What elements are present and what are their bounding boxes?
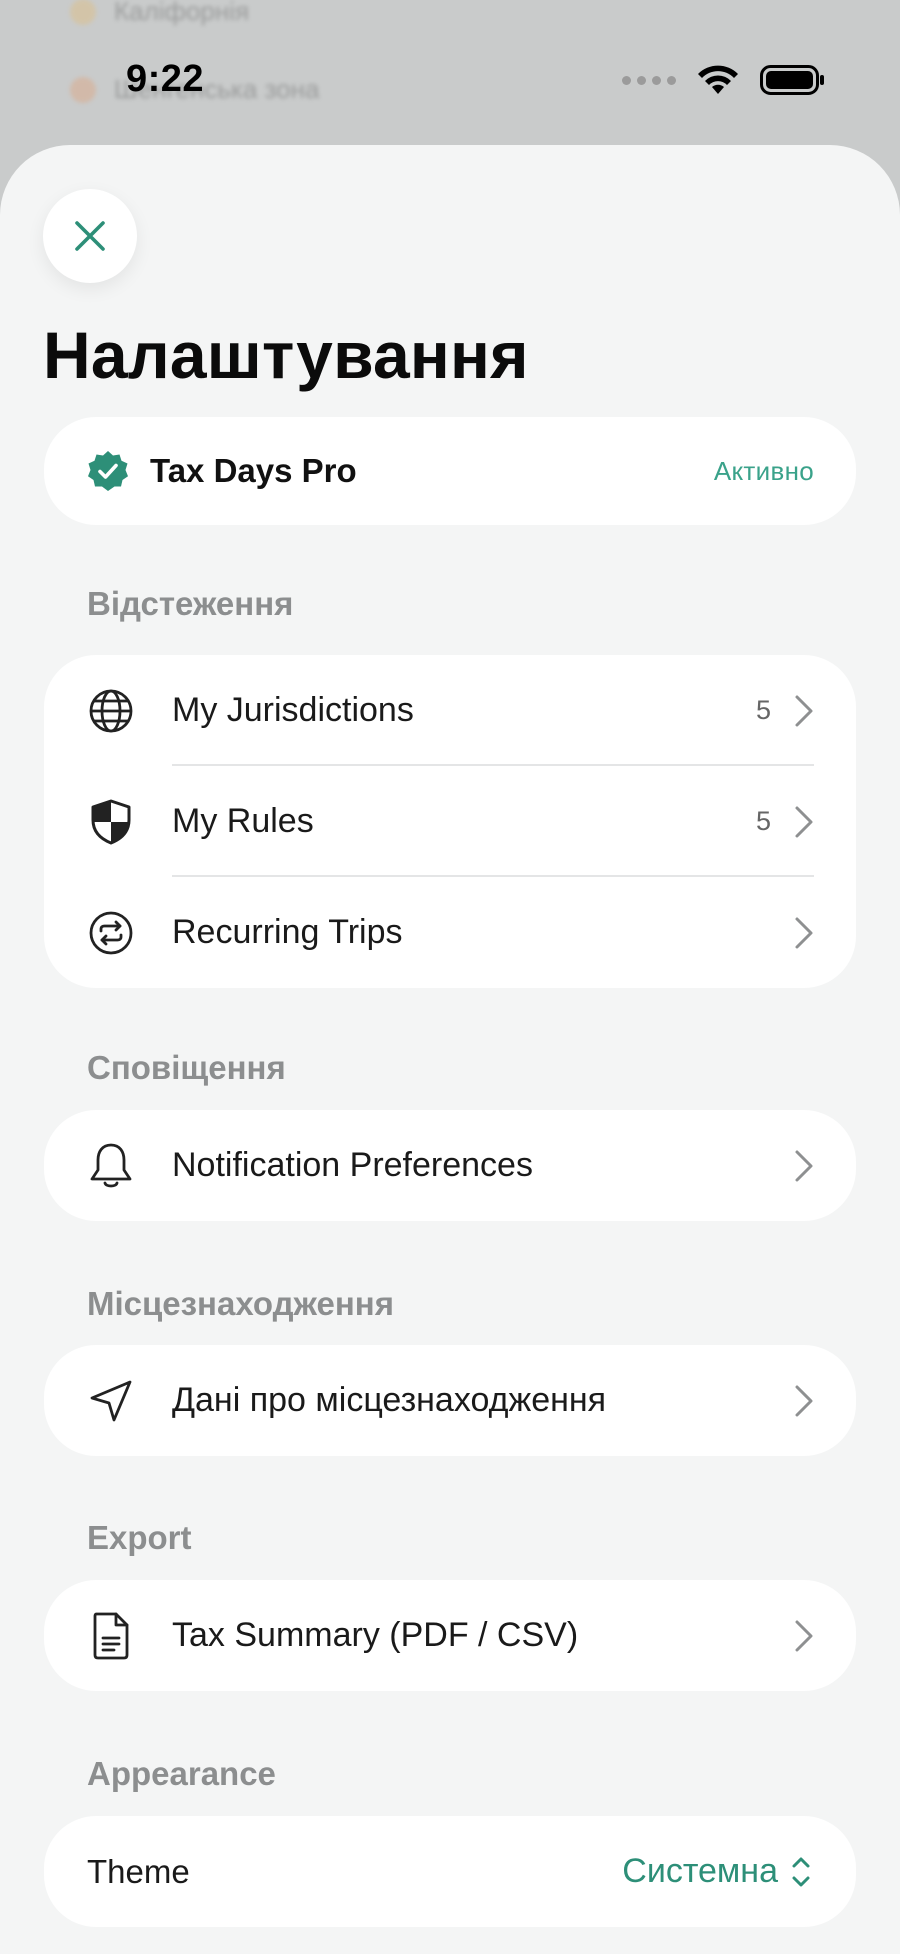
pro-status-badge: Активно <box>713 455 814 486</box>
chevron-up-down-icon <box>788 1852 814 1892</box>
pro-subscription-card[interactable]: Tax Days Pro Активно <box>44 417 856 525</box>
chevron-right-icon <box>792 693 816 729</box>
pro-name: Tax Days Pro <box>150 452 357 489</box>
location-arrow-icon <box>86 1376 136 1426</box>
theme-label: Theme <box>87 1852 190 1890</box>
verified-badge-icon <box>88 451 128 491</box>
row-location-data[interactable]: Дані про місцезнаходження <box>44 1345 856 1456</box>
export-card: Tax Summary (PDF / CSV) <box>44 1580 856 1691</box>
close-icon <box>75 221 105 251</box>
section-header-export: Export <box>87 1519 192 1556</box>
notifications-card: Notification Preferences <box>44 1110 856 1221</box>
chevron-right-icon <box>792 1148 816 1184</box>
chevron-right-icon <box>792 804 816 840</box>
row-label: Notification Preferences <box>172 1146 533 1184</box>
row-theme[interactable]: Theme Системна <box>44 1816 856 1927</box>
chevron-right-icon <box>792 1383 816 1419</box>
bell-icon <box>86 1141 136 1191</box>
section-header-location: Місцезнаходження <box>87 1285 394 1322</box>
row-count: 5 <box>755 695 771 725</box>
row-label: Дані про місцезнаходження <box>172 1381 607 1419</box>
status-icons <box>622 64 826 96</box>
row-my-rules[interactable]: My Rules 5 <box>44 766 856 877</box>
row-label: Recurring Trips <box>172 913 403 951</box>
wifi-icon <box>698 65 738 94</box>
document-icon <box>86 1611 136 1661</box>
tracking-card: My Jurisdictions 5 My Rules 5 Recurring … <box>44 655 856 988</box>
row-notification-preferences[interactable]: Notification Preferences <box>44 1110 856 1221</box>
row-label: My Jurisdictions <box>172 691 414 729</box>
settings-sheet: Налаштування Tax Days Pro Активно Відсте… <box>0 145 900 1954</box>
appearance-card: Theme Системна <box>44 1816 856 1927</box>
section-header-notifications: Сповіщення <box>87 1049 286 1086</box>
status-time: 9:22 <box>126 58 205 100</box>
chevron-right-icon <box>792 915 816 951</box>
location-card: Дані про місцезнаходження <box>44 1345 856 1456</box>
shield-icon <box>86 797 136 847</box>
battery-icon <box>760 65 824 95</box>
cellular-signal-icon <box>622 75 676 85</box>
row-my-jurisdictions[interactable]: My Jurisdictions 5 <box>44 655 856 766</box>
section-header-tracking: Відстеження <box>87 585 294 622</box>
close-button[interactable] <box>43 189 137 283</box>
row-recurring-trips[interactable]: Recurring Trips <box>44 877 856 988</box>
row-label: My Rules <box>172 802 314 840</box>
row-count: 5 <box>755 806 771 836</box>
section-header-appearance: Appearance <box>87 1755 276 1792</box>
status-bar: 9:22 <box>0 0 900 150</box>
globe-icon <box>86 686 136 736</box>
row-label: Tax Summary (PDF / CSV) <box>172 1616 579 1654</box>
page-title: Налаштування <box>43 318 529 392</box>
theme-select-value[interactable]: Системна <box>622 1852 778 1891</box>
chevron-right-icon <box>792 1618 816 1654</box>
row-tax-summary[interactable]: Tax Summary (PDF / CSV) <box>44 1580 856 1691</box>
repeat-icon <box>86 908 136 958</box>
